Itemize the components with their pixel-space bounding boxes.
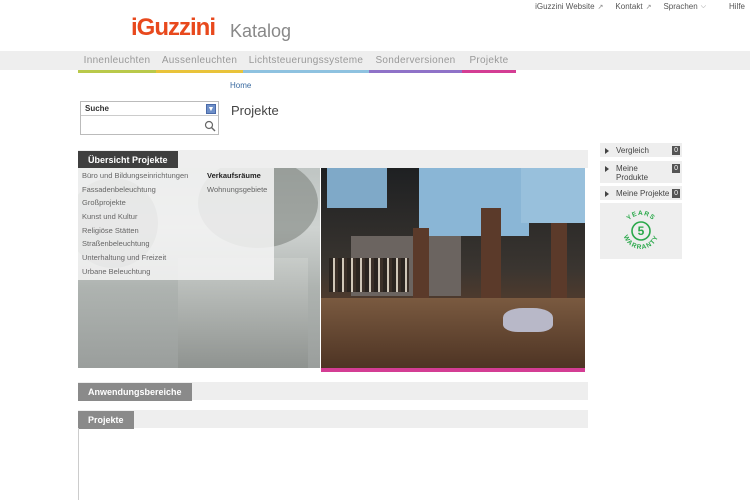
sidebar-meine-produkte[interactable]: Meine Produkte 0 [600, 161, 682, 183]
top-links: iGuzzini Website ↗ Kontakt ↗ Sprachen ⌵ Hil… [535, 2, 745, 11]
triangle-right-icon [605, 148, 609, 154]
sidebar-meine-projekte[interactable]: Meine Projekte 0 [600, 186, 682, 200]
applications-section-bar: Anwendungsbereiche [78, 382, 588, 401]
nav-item-projekte[interactable]: Projekte [462, 51, 516, 73]
page-header-title: Katalog [230, 21, 292, 41]
nav-color-bar [78, 70, 156, 73]
projects-accent-bar [321, 368, 585, 372]
triangle-right-icon [605, 166, 609, 172]
external-arrow-icon: ↗ [645, 3, 652, 11]
category-item[interactable]: Büro und Bildungseinrichtungen [82, 171, 188, 185]
external-arrow-icon: ↗ [597, 3, 604, 11]
search-box: Suche ▼ [80, 101, 219, 135]
tab-projekte[interactable]: Projekte [78, 411, 134, 429]
sidebar-vergleich[interactable]: Vergleich 0 [600, 143, 682, 157]
category-item[interactable]: Fassadenbeleuchtung [82, 185, 188, 199]
nav-item-lichtsteuerungssysteme[interactable]: Lichtsteuerungssysteme [243, 51, 369, 73]
count-badge: 0 [672, 146, 680, 155]
category-item[interactable]: Religiöse Stätten [82, 226, 188, 240]
nav-item-aussenleuchten[interactable]: Aussenleuchten [156, 51, 243, 73]
project-photo-store[interactable] [321, 168, 585, 368]
count-badge: 0 [672, 189, 680, 198]
category-item[interactable]: Verkaufsräume [207, 171, 267, 185]
nav-color-bar [462, 70, 516, 73]
search-select[interactable]: Suche ▼ [81, 102, 218, 116]
tab-overview-projects[interactable]: Übersicht Projekte [78, 151, 178, 169]
category-item[interactable]: Kunst und Kultur [82, 212, 188, 226]
overview-section-bar: Übersicht Projekte [78, 150, 588, 169]
category-item[interactable]: Urbane Beleuchtung [82, 267, 188, 281]
kontakt-link[interactable]: Kontakt ↗ [615, 2, 651, 11]
search-input[interactable] [81, 116, 218, 134]
main-nav: Innenleuchten Aussenleuchten Lichtsteuerun… [78, 51, 516, 73]
tab-anwendungsbereiche[interactable]: Anwendungsbereiche [78, 383, 192, 401]
category-item[interactable]: Straßenbeleuchtung [82, 239, 188, 253]
sprachen-dropdown[interactable]: Sprachen ⌵ [663, 2, 706, 11]
warranty-badge: 5 YEARS WARRANTY [600, 203, 682, 259]
page-title: Projekte [231, 103, 279, 118]
category-item[interactable]: Wohnungsgebiete [207, 185, 267, 199]
nav-color-bar [369, 70, 462, 73]
chevron-down-icon: ⌵ [700, 2, 706, 10]
nav-item-innenleuchten[interactable]: Innenleuchten [78, 51, 156, 73]
breadcrumb-home[interactable]: Home [230, 81, 251, 90]
warranty-seal-icon: 5 YEARS WARRANTY [622, 210, 660, 251]
warranty-top-text: YEARS [626, 210, 656, 222]
category-column-1: Büro und Bildungseinrichtungen Fassadenbe… [82, 171, 188, 281]
count-badge: 0 [672, 164, 680, 173]
category-item[interactable]: Unterhaltung und Freizeit [82, 253, 188, 267]
logo[interactable]: iGuzzini [131, 14, 216, 42]
projects-section-bar: Projekte [78, 410, 588, 429]
project-category-menu: Büro und Bildungseinrichtungen Fassadenbe… [78, 168, 274, 280]
search-icon[interactable] [204, 120, 216, 132]
nav-item-sonderversionen[interactable]: Sonderversionen [369, 51, 462, 73]
category-item[interactable]: Großprojekte [82, 198, 188, 212]
hilfe-link[interactable]: Hilfe [729, 2, 745, 11]
warranty-number: 5 [638, 224, 645, 238]
iguzzini-website-link[interactable]: iGuzzini Website ↗ [535, 2, 603, 11]
nav-color-bar [156, 70, 243, 73]
nav-color-bar [243, 70, 369, 73]
svg-text:YEARS: YEARS [626, 210, 657, 222]
triangle-right-icon [605, 191, 609, 197]
chevron-down-icon[interactable]: ▼ [206, 104, 216, 114]
divider [78, 428, 79, 500]
category-column-2: Verkaufsräume Wohnungsgebiete [207, 171, 267, 198]
